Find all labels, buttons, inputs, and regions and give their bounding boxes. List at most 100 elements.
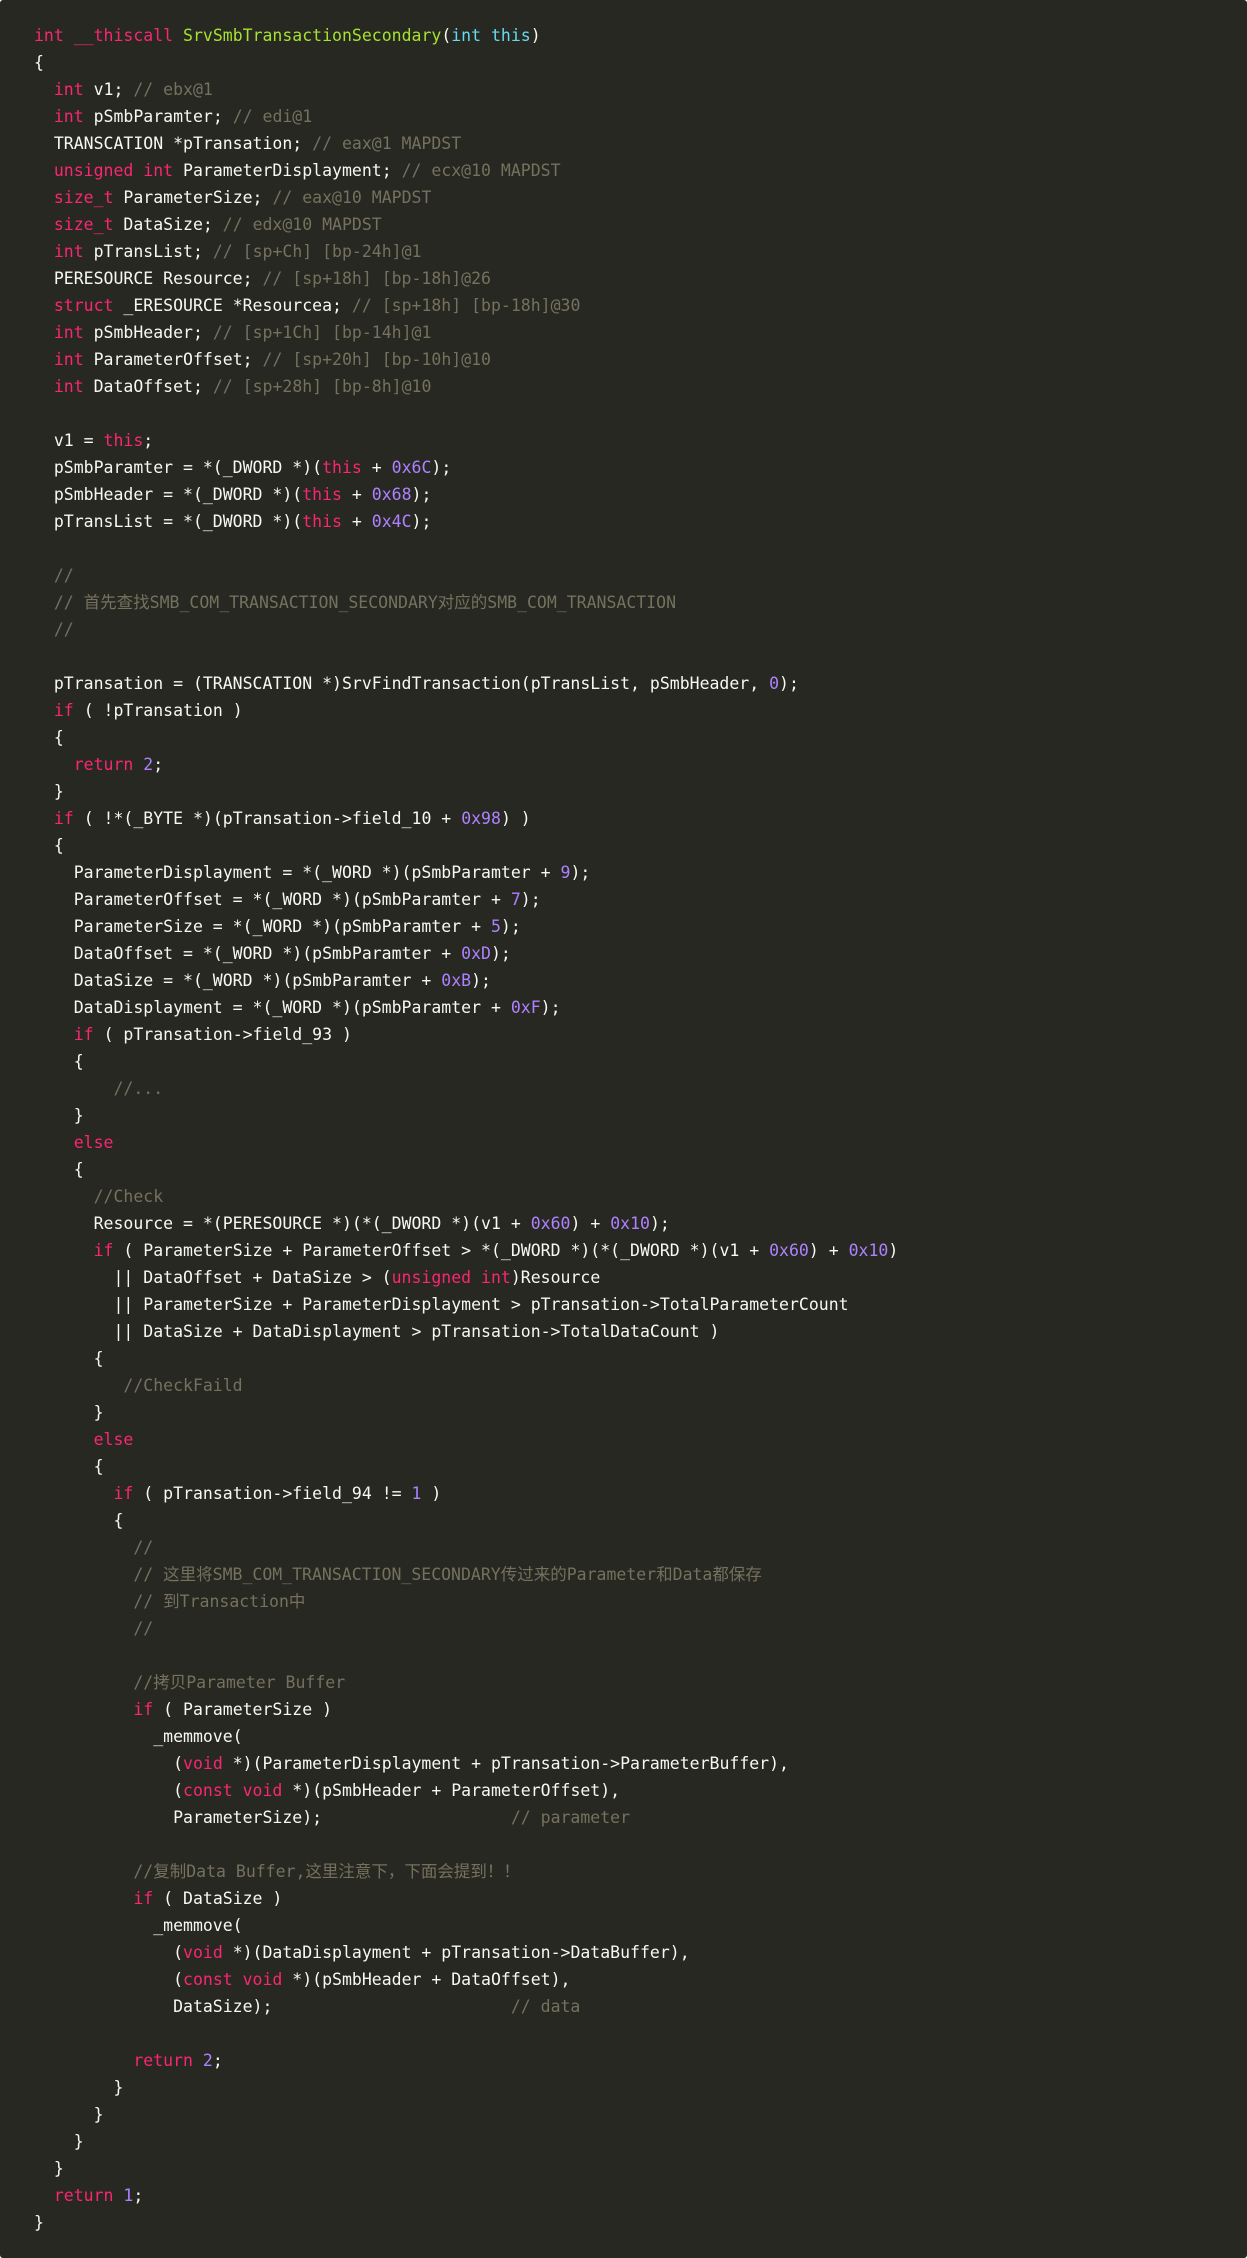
code-line: pTransList = *(_DWORD *)(this + 0x4C); <box>34 508 898 535</box>
code-token: pTransList; <box>93 242 213 261</box>
keyword-token: return <box>133 2051 203 2070</box>
keyword-token: int <box>34 26 74 45</box>
code-panel: int __thiscall SrvSmbTransactionSecondar… <box>0 0 1247 2258</box>
code-token: ; <box>143 431 154 450</box>
code-token: ) <box>530 26 541 45</box>
keyword-token: int <box>53 107 94 126</box>
code-line: unsigned int ParameterDisplayment; // ec… <box>34 157 898 184</box>
type-token: int <box>451 26 491 45</box>
code-token: } <box>34 2213 44 2232</box>
code-line: ​ <box>34 2020 898 2047</box>
code-token: ( pTransation->field_93 ) <box>103 1025 352 1044</box>
keyword-token: if <box>73 1025 104 1044</box>
keyword-token: size_t <box>53 188 124 207</box>
code-line: int pTransList; // [sp+Ch] [bp-24h]@1 <box>34 238 898 265</box>
number-token: 0xD <box>461 944 491 963</box>
code-token: ); <box>490 944 511 963</box>
keyword-token: if <box>93 1241 124 1260</box>
keyword-token: if <box>113 1484 144 1503</box>
code-line: { <box>34 832 898 859</box>
code-line: return 2; <box>34 751 898 778</box>
code-line: return 1; <box>34 2182 898 2209</box>
code-token: v1 = <box>34 431 104 450</box>
comment-token: // 这里将SMB_COM_TRANSACTION_SECONDARY传过来的P… <box>133 1565 762 1584</box>
code-token: ( <box>441 26 452 45</box>
code-token: ParameterDisplayment = *(_WORD *)(pSmbPa… <box>34 863 561 882</box>
code-token: ParameterOffset; <box>93 350 263 369</box>
code-token: } <box>34 2132 84 2151</box>
function-name-token: SrvSmbTransactionSecondary <box>183 26 442 45</box>
code-token: ) ) <box>500 809 531 828</box>
code-line: DataSize); // data <box>34 1993 898 2020</box>
code-token: ( <box>34 1943 184 1962</box>
number-token: 0x10 <box>610 1214 650 1233</box>
code-token: ); <box>411 512 432 531</box>
code-line: Resource = *(PERESOURCE *)(*(_DWORD *)(v… <box>34 1210 898 1237</box>
code-token: ); <box>500 917 521 936</box>
code-token: ) + <box>808 1241 849 1260</box>
code-line: ​ <box>34 1642 898 1669</box>
code-line: else <box>34 1426 898 1453</box>
code-token: || DataSize + DataDisplayment > pTransat… <box>34 1322 720 1341</box>
keyword-token: return <box>53 2186 124 2205</box>
comment-token: //Check <box>93 1187 164 1206</box>
code-line: DataSize = *(_WORD *)(pSmbParamter + 0xB… <box>34 967 898 994</box>
code-token: } <box>34 1106 84 1125</box>
code-line: ​ <box>34 1831 898 1858</box>
comment-token: // ecx@10 MAPDST <box>401 161 561 180</box>
keyword-token: this <box>322 458 362 477</box>
comment-token: // [sp+Ch] [bp-24h]@1 <box>212 242 422 261</box>
comment-token: // <box>133 1619 154 1638</box>
comment-token: //复制Data Buffer,这里注意下，下面会提到！！ <box>133 1862 520 1881</box>
code-token: ( <box>34 1970 184 1989</box>
number-token: 1 <box>411 1484 422 1503</box>
code-line: // <box>34 616 898 643</box>
number-token: 9 <box>560 863 571 882</box>
comment-token: // edi@1 <box>232 107 313 126</box>
code-line: _memmove( <box>34 1723 898 1750</box>
code-line: int DataOffset; // [sp+28h] [bp-8h]@10 <box>34 373 898 400</box>
code-token: + <box>341 485 372 504</box>
number-token: 7 <box>510 890 521 909</box>
keyword-token: __thiscall <box>73 26 184 45</box>
code-token: || DataOffset + DataSize > ( <box>34 1268 392 1287</box>
keyword-token: const <box>183 1970 243 1989</box>
code-token: ParameterDisplayment; <box>183 161 402 180</box>
keyword-token: this <box>302 512 342 531</box>
code-line: { <box>34 1507 898 1534</box>
keyword-token: else <box>73 1133 114 1152</box>
code-line: } <box>34 1399 898 1426</box>
comment-token: // ebx@1 <box>133 80 213 99</box>
code-token: ( <box>34 1754 184 1773</box>
code-line: PERESOURCE Resource; // [sp+18h] [bp-18h… <box>34 265 898 292</box>
code-token: ) + <box>570 1214 611 1233</box>
code-token: DataOffset; <box>93 377 213 396</box>
code-token: _ERESOURCE *Resourcea; <box>123 296 352 315</box>
code-token: ); <box>649 1214 670 1233</box>
code-line: (void *)(DataDisplayment + pTransation->… <box>34 1939 898 1966</box>
code-line: ​ <box>34 535 898 562</box>
code-token: { <box>34 836 64 855</box>
code-token: PERESOURCE Resource; <box>34 269 263 288</box>
code-token: ParameterSize); <box>34 1808 511 1827</box>
code-token: pSmbHeader; <box>93 323 213 342</box>
code-line: if ( pTransation->field_94 != 1 ) <box>34 1480 898 1507</box>
code-token: *)(DataDisplayment + pTransation->DataBu… <box>232 1943 690 1962</box>
number-token: 0x60 <box>769 1241 809 1260</box>
code-line: if ( DataSize ) <box>34 1885 898 1912</box>
keyword-token: int <box>481 1268 511 1287</box>
code-token: + <box>361 458 392 477</box>
code-token: ( pTransation->field_94 != <box>143 1484 412 1503</box>
